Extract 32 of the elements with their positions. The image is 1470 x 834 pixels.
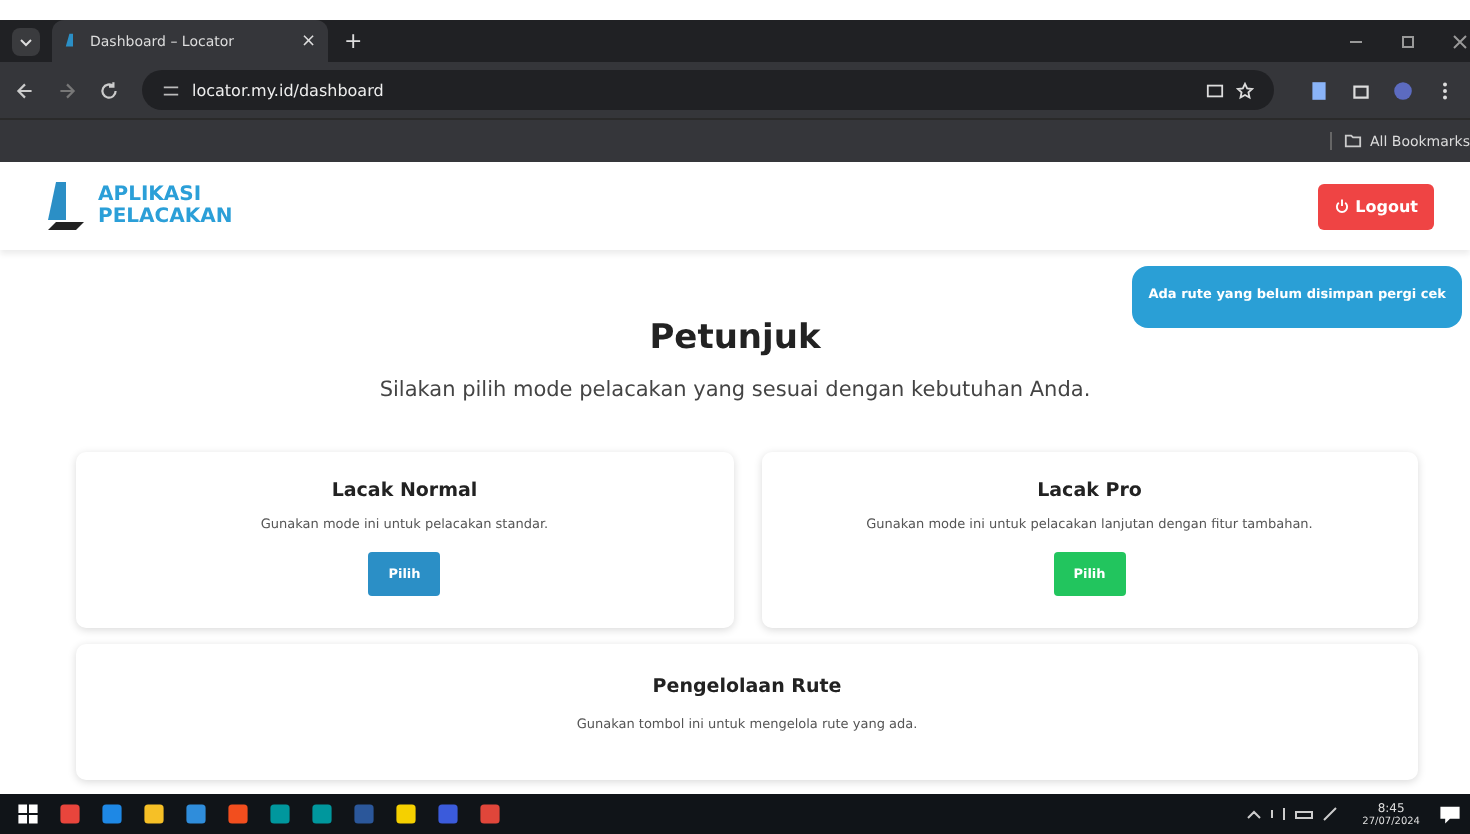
start-icon[interactable] [16,802,40,826]
logout-button[interactable]: Logout [1317,183,1434,229]
page-subtitle: Silakan pilih mode pelacakan yang sesuai dengan kebutuhan Anda. [377,378,1093,402]
app-icon[interactable] [310,802,334,826]
bookmark-star-icon[interactable] [1236,81,1254,99]
logo-text: APLIKASI [98,184,204,206]
logo-text: PELACAKAN [98,206,233,228]
app-icon[interactable] [268,802,292,826]
folder-icon [1343,132,1362,150]
app-icon[interactable] [226,802,250,826]
page-heading: Petunjuk [647,318,823,358]
app-icon[interactable] [100,802,124,826]
power-icon [1333,198,1350,214]
card-title: Lacak Normal [331,480,478,502]
restore-icon[interactable] [1398,31,1418,51]
address-field[interactable]: locator.my.id/dashboard [142,70,1274,110]
app-icon[interactable] [394,802,418,826]
tab-list-button[interactable] [12,27,40,55]
tab-close-button[interactable]: × [300,31,316,51]
logo-icon [44,180,88,232]
app-icon[interactable] [142,802,166,826]
new-tab-button[interactable]: + [344,28,363,54]
close-icon[interactable] [1450,31,1470,51]
notification-icon[interactable] [1438,802,1462,826]
card-title: Pengelolaan Rute [652,676,842,698]
app-icon[interactable] [184,802,208,826]
profile-avatar-icon[interactable] [1392,79,1414,101]
card-title: Lacak Pro [1037,480,1142,502]
back-icon[interactable] [14,79,36,101]
site-settings-icon[interactable] [162,81,180,99]
reload-icon[interactable] [98,79,120,101]
forward-icon[interactable] [56,79,78,101]
